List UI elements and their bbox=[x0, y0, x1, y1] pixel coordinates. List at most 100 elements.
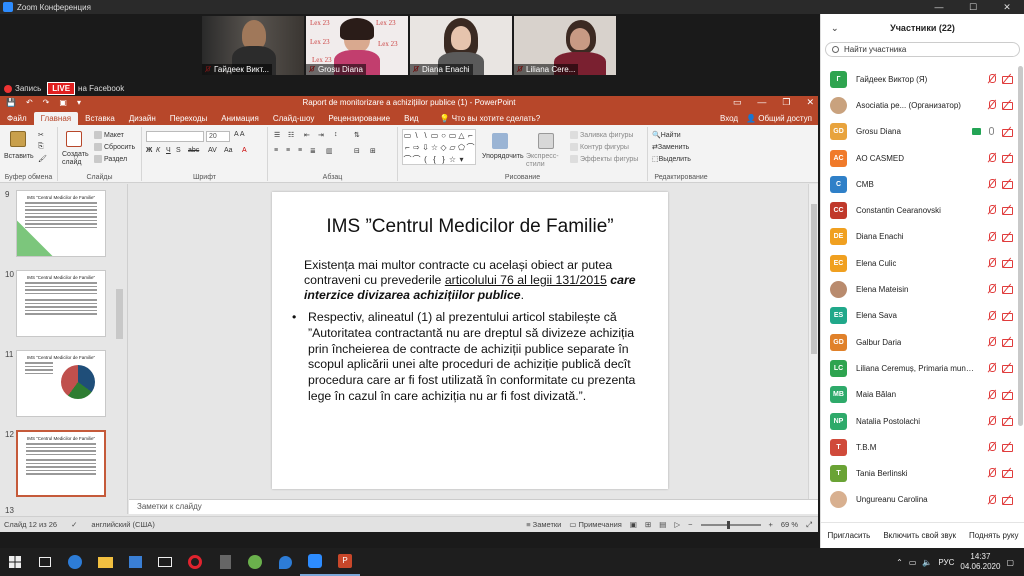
clock[interactable]: 14:37 04.06.2020 bbox=[960, 552, 1000, 572]
zoom-taskbar-icon[interactable] bbox=[300, 548, 330, 576]
find-button[interactable]: 🔍Найти bbox=[652, 131, 681, 139]
participant-row[interactable]: AC AO CASMED bbox=[821, 145, 1017, 171]
participant-row[interactable]: T T.B.M bbox=[821, 434, 1017, 460]
start-button[interactable] bbox=[0, 548, 30, 576]
font-color-icon[interactable]: A bbox=[242, 147, 247, 154]
torrent-icon[interactable] bbox=[240, 548, 270, 576]
tab-insert[interactable]: Вставка bbox=[78, 112, 122, 125]
tab-transitions[interactable]: Переходы bbox=[163, 112, 215, 125]
quick-styles-icon[interactable] bbox=[538, 133, 554, 149]
comments-toggle[interactable]: ▭ Примечания bbox=[569, 520, 621, 529]
task-view-icon[interactable] bbox=[30, 548, 60, 576]
change-case-icon[interactable]: Aa bbox=[224, 147, 233, 154]
reading-view-icon[interactable]: ▤ bbox=[659, 520, 666, 529]
participant-row[interactable]: EC Elena Culic bbox=[821, 250, 1017, 276]
tab-slideshow[interactable]: Слайд-шоу bbox=[266, 112, 321, 125]
copy-icon[interactable]: ⎘ bbox=[38, 143, 44, 151]
replace-button[interactable]: ⇄Заменить bbox=[652, 143, 689, 151]
grow-font-icon[interactable]: A A bbox=[234, 131, 245, 138]
edge-icon[interactable] bbox=[60, 548, 90, 576]
text-direction-icon[interactable]: ⇅ bbox=[354, 131, 360, 139]
recording-label[interactable]: Запись bbox=[15, 84, 41, 93]
fit-slide-icon[interactable]: ⤢ bbox=[806, 520, 812, 530]
align-right-icon[interactable]: ≡ bbox=[298, 147, 302, 154]
participant-row[interactable]: Г Гайдеек Виктор (Я) bbox=[821, 66, 1017, 92]
photos-icon[interactable] bbox=[270, 548, 300, 576]
collapse-chevron-icon[interactable]: ⌄ bbox=[831, 23, 839, 34]
minimize-button[interactable]: — bbox=[922, 0, 956, 14]
zoom-in-icon[interactable]: + bbox=[769, 520, 773, 529]
participant-row[interactable]: NP Natalia Postolachi bbox=[821, 408, 1017, 434]
unmute-self-button[interactable]: Включить свой звук bbox=[883, 531, 956, 540]
slide-thumbnail[interactable]: IMS ”Centrul Medicilor de Familie” bbox=[16, 270, 106, 337]
strikethrough-icon[interactable]: abc bbox=[188, 147, 199, 154]
share-button[interactable]: 👤 Общий доступ bbox=[746, 112, 812, 125]
paste-button[interactable]: Вставить bbox=[4, 153, 34, 160]
numbering-icon[interactable]: ☷ bbox=[288, 131, 294, 139]
notes-toggle[interactable]: ≡ Заметки bbox=[526, 520, 561, 529]
format-painter-icon[interactable]: 🖌 bbox=[38, 155, 47, 163]
video-tile[interactable]: Гайдеек Викт... bbox=[202, 16, 304, 75]
participants-scrollbar[interactable] bbox=[1018, 66, 1023, 426]
thumbnails-scrollbar[interactable] bbox=[116, 289, 123, 339]
participant-row[interactable]: ES Elena Sava bbox=[821, 303, 1017, 329]
shape-outline-button[interactable]: Контур фигуры bbox=[570, 143, 629, 151]
select-button[interactable]: ⬚Выделить bbox=[652, 155, 691, 163]
char-spacing-icon[interactable]: AV bbox=[208, 147, 217, 154]
align-left-icon[interactable]: ≡ bbox=[274, 147, 278, 154]
participant-row[interactable]: Asociatia pe... (Организатор) bbox=[821, 92, 1017, 118]
slide-sorter-icon[interactable]: ⊞ bbox=[645, 520, 651, 529]
tab-home[interactable]: Главная bbox=[33, 112, 79, 125]
participant-row[interactable]: Elena Mateisin bbox=[821, 276, 1017, 302]
slideshow-view-icon[interactable]: ▷ bbox=[674, 520, 680, 529]
participant-row[interactable]: DE Diana Enachi bbox=[821, 224, 1017, 250]
participant-row[interactable]: Ungureanu Carolina bbox=[821, 487, 1017, 513]
arrange-icon[interactable] bbox=[492, 133, 508, 149]
network-icon[interactable]: ▭ bbox=[909, 558, 917, 567]
shape-fill-button[interactable]: Заливка фигуры bbox=[570, 131, 633, 139]
slide-paragraph-1[interactable]: Existența mai multor contracte cu acelaș… bbox=[290, 258, 650, 303]
slide-scrollbar[interactable] bbox=[808, 184, 818, 514]
volume-icon[interactable]: 🔈 bbox=[922, 558, 932, 567]
video-tile[interactable]: Lex 23 Lex 23 Lex 23 Lex 23 Lex 23 Grosu Dia… bbox=[306, 16, 408, 75]
ribbon-options-icon[interactable]: ▭ bbox=[733, 97, 742, 108]
ppt-restore-button[interactable]: ❐ bbox=[782, 97, 790, 108]
participant-row[interactable]: T Tania Berlinski bbox=[821, 460, 1017, 486]
paste-icon[interactable] bbox=[10, 131, 26, 147]
layout-button[interactable]: Макет bbox=[94, 131, 124, 139]
new-slide-button[interactable]: Создать слайд bbox=[62, 151, 94, 167]
slide-bullet-1[interactable]: Respectiv, alineatul (1) al prezentului … bbox=[290, 310, 650, 405]
language-indicator[interactable]: английский (США) bbox=[91, 520, 154, 529]
store-icon[interactable] bbox=[120, 548, 150, 576]
normal-view-icon[interactable]: ▣ bbox=[630, 520, 637, 529]
line-spacing-icon[interactable]: ↕ bbox=[334, 131, 338, 138]
justify-icon[interactable]: ≣ bbox=[310, 147, 316, 155]
slide-thumbnail-selected[interactable]: IMS ”Centrul Medicilor de Familie” bbox=[16, 430, 106, 497]
new-slide-icon[interactable] bbox=[66, 131, 82, 147]
columns-icon[interactable]: ▥ bbox=[326, 147, 333, 155]
smartart-icon[interactable]: ⊞ bbox=[370, 147, 376, 155]
powerpoint-taskbar-icon[interactable]: P bbox=[330, 548, 360, 576]
align-text-icon[interactable]: ⊟ bbox=[354, 147, 360, 155]
arrange-button[interactable]: Упорядочить bbox=[482, 153, 524, 160]
spellcheck-icon[interactable]: ✓ bbox=[71, 520, 77, 529]
bold-icon[interactable]: Ж bbox=[146, 147, 152, 154]
participant-row[interactable]: C CMB bbox=[821, 171, 1017, 197]
tab-design[interactable]: Дизайн bbox=[122, 112, 163, 125]
slide-thumbnail[interactable]: IMS ”Centrul Medicilor de Familie” bbox=[16, 350, 106, 417]
font-size-select[interactable]: 20 bbox=[206, 131, 230, 142]
participant-row[interactable]: MB Maia Bălan bbox=[821, 382, 1017, 408]
raise-hand-button[interactable]: Поднять руку bbox=[969, 531, 1018, 540]
zoom-out-icon[interactable]: − bbox=[688, 520, 692, 529]
decrease-indent-icon[interactable]: ⇤ bbox=[304, 131, 310, 139]
tab-review[interactable]: Рецензирование bbox=[321, 112, 397, 125]
maximize-button[interactable]: ☐ bbox=[956, 0, 990, 14]
slide-title[interactable]: IMS ”Centrul Medicilor de Familie” bbox=[290, 216, 650, 238]
ppt-minimize-button[interactable]: — bbox=[757, 97, 766, 108]
notes-pane[interactable]: Заметки к слайду bbox=[129, 499, 818, 514]
cut-icon[interactable]: ✂ bbox=[38, 131, 44, 139]
tray-chevron-icon[interactable]: ⌃ bbox=[896, 558, 903, 567]
tab-view[interactable]: Вид bbox=[397, 112, 425, 125]
mail-icon[interactable] bbox=[150, 548, 180, 576]
bullets-icon[interactable]: ☰ bbox=[274, 131, 280, 139]
